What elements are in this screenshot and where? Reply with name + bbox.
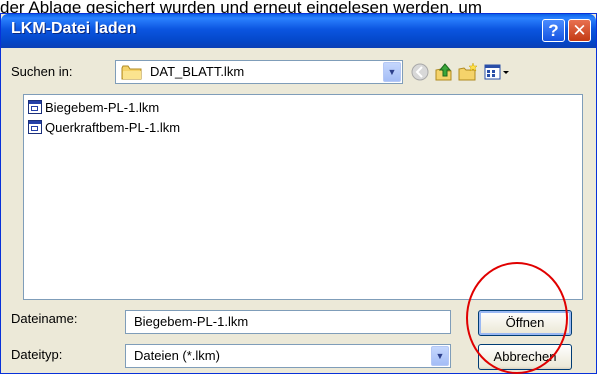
chevron-down-icon[interactable]: ▼: [431, 346, 449, 366]
filetype-value: Dateien (*.lkm): [134, 348, 220, 363]
lkm-file-icon: [28, 120, 42, 134]
chevron-down-icon[interactable]: ▼: [383, 62, 401, 82]
view-menu-icon[interactable]: [483, 62, 511, 82]
folder-icon: [121, 65, 142, 80]
filename-field[interactable]: Biegebem-PL-1.lkm: [125, 310, 451, 334]
new-folder-icon[interactable]: [457, 62, 479, 82]
lookin-combobox[interactable]: DAT_BLATT.lkm ▼: [115, 60, 403, 84]
filetype-select[interactable]: Dateien (*.lkm) ▼: [125, 344, 451, 368]
up-folder-icon[interactable]: [433, 62, 455, 82]
filename-label: Dateiname:: [11, 311, 78, 326]
filetype-label: Dateityp:: [11, 347, 63, 362]
file-name: Biegebem-PL-1.lkm: [45, 100, 160, 115]
help-button[interactable]: ?: [542, 19, 565, 42]
lookin-label: Suchen in:: [11, 64, 73, 79]
lkm-file-icon: [28, 100, 42, 114]
file-name: Querkraftbem-PL-1.lkm: [45, 120, 181, 135]
list-item[interactable]: Biegebem-PL-1.lkm: [28, 99, 159, 117]
list-item[interactable]: Querkraftbem-PL-1.lkm: [28, 119, 180, 137]
close-button[interactable]: ✕: [568, 19, 591, 42]
title-bar[interactable]: LKM-Datei laden ? ✕: [1, 14, 596, 48]
dialog-title: LKM-Datei laden: [11, 20, 137, 37]
back-icon[interactable]: [409, 62, 431, 82]
highlight-circle: [466, 262, 568, 374]
lookin-value: DAT_BLATT.lkm: [150, 64, 245, 79]
